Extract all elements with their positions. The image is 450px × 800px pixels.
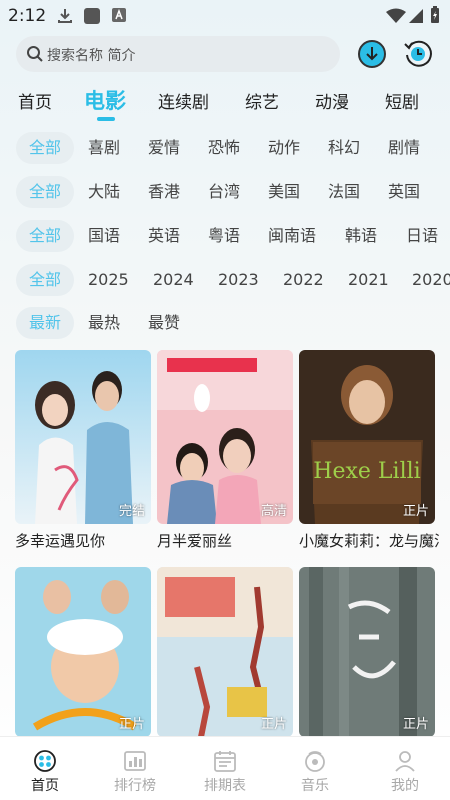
genre-chip[interactable]: 恐怖 <box>208 132 240 164</box>
movie-card[interactable]: 正片 <box>157 567 293 737</box>
year-filter-row: 全部 2025 2024 2023 2022 2021 2020 <box>0 264 450 300</box>
movie-title: 多幸运遇见你 <box>15 532 106 550</box>
region-chip[interactable]: 香港 <box>148 176 180 208</box>
nav-label: 排行榜 <box>114 778 156 794</box>
movie-badge: 完结 <box>118 504 145 519</box>
nav-profile[interactable]: 我的 <box>360 737 450 800</box>
year-chip[interactable]: 2024 <box>153 264 194 296</box>
year-chip-all[interactable]: 全部 <box>16 264 74 296</box>
active-tab-indicator <box>97 117 115 121</box>
genre-chip[interactable]: 爱情 <box>148 132 180 164</box>
nav-label: 首页 <box>31 778 59 794</box>
genre-chip-all[interactable]: 全部 <box>16 132 74 164</box>
movie-badge: 正片 <box>402 504 429 519</box>
movie-badge: 正片 <box>260 717 287 732</box>
region-chip[interactable]: 英国 <box>388 176 420 208</box>
tab-anime[interactable]: 动漫 <box>315 88 349 113</box>
movie-title: 月半爱丽丝 <box>157 532 233 550</box>
nav-label: 音乐 <box>301 778 329 794</box>
movie-badge: 高清 <box>260 504 287 519</box>
status-time: 2:12 <box>8 6 47 26</box>
language-chip[interactable]: 日语 <box>406 220 438 252</box>
region-filter-row: 全部 大陆 香港 台湾 美国 法国 英国 <box>0 176 450 212</box>
nav-ranking[interactable]: 排行榜 <box>90 737 180 800</box>
language-chip[interactable]: 英语 <box>148 220 180 252</box>
movie-card[interactable]: 正片 <box>15 567 151 737</box>
signal-icon <box>409 9 423 23</box>
nav-label: 排期表 <box>204 778 246 794</box>
movie-card[interactable]: 正片 <box>299 567 435 737</box>
sort-chip-hottest[interactable]: 最热 <box>88 307 120 339</box>
language-filter-row: 全部 国语 英语 粤语 闽南语 韩语 日语 <box>0 220 450 256</box>
nav-schedule[interactable]: 排期表 <box>180 737 270 800</box>
download-manager-button[interactable] <box>356 38 388 70</box>
keyboard-notification-icon <box>112 8 126 22</box>
user-icon <box>395 751 415 772</box>
language-chip-all[interactable]: 全部 <box>16 220 74 252</box>
wifi-icon <box>386 8 406 23</box>
movie-poster: 正片 <box>299 567 435 737</box>
movie-card[interactable]: Hexe Lilli 正片 小魔女莉莉：龙与魔法书 <box>299 350 439 555</box>
genre-chip[interactable]: 剧情 <box>388 132 420 164</box>
movie-badge: 正片 <box>402 717 429 732</box>
language-chip[interactable]: 韩语 <box>345 220 377 252</box>
search-input[interactable]: 搜索名称 简介 <box>16 36 340 72</box>
genre-filter-row: 全部 喜剧 爱情 恐怖 动作 科幻 剧情 <box>0 132 450 168</box>
movie-poster: 正片 <box>15 567 151 737</box>
search-icon <box>27 46 43 62</box>
language-chip[interactable]: 粤语 <box>208 220 240 252</box>
movie-card[interactable]: 高清 月半爱丽丝 <box>157 350 293 555</box>
sort-filter-row: 最新 最热 最赞 <box>0 307 450 343</box>
movie-card[interactable]: 完结 多幸运遇见你 <box>15 350 151 555</box>
year-chip[interactable]: 2025 <box>88 264 129 296</box>
language-chip[interactable]: 国语 <box>88 220 120 252</box>
region-chip[interactable]: 台湾 <box>208 176 240 208</box>
movie-badge: 正片 <box>118 717 145 732</box>
tab-series[interactable]: 连续剧 <box>158 88 209 113</box>
download-icon <box>58 9 72 23</box>
movie-poster: 完结 <box>15 350 151 524</box>
movie-poster: 正片 <box>157 567 293 737</box>
nav-music[interactable]: 音乐 <box>270 737 360 800</box>
svg-text:Hexe Lilli: Hexe Lilli <box>313 459 420 484</box>
genre-chip[interactable]: 动作 <box>268 132 300 164</box>
region-chip[interactable]: 大陆 <box>88 176 120 208</box>
region-chip-all[interactable]: 全部 <box>16 176 74 208</box>
app-notification-icon <box>84 8 100 24</box>
sort-chip-latest[interactable]: 最新 <box>16 307 74 339</box>
genre-chip[interactable]: 科幻 <box>328 132 360 164</box>
chart-icon <box>124 751 146 771</box>
nav-home[interactable]: 首页 <box>0 737 90 800</box>
category-tabs: 首页 电影 连续剧 综艺 动漫 短剧 <box>0 84 450 124</box>
status-bar: 2:12 <box>0 0 450 32</box>
bottom-nav: 首页 排行榜 排期表 音乐 我的 <box>0 736 450 800</box>
language-chip[interactable]: 闽南语 <box>268 220 316 252</box>
tab-variety[interactable]: 综艺 <box>245 88 279 113</box>
battery-icon <box>431 6 439 23</box>
movie-poster: Hexe Lilli 正片 <box>299 350 435 524</box>
region-chip[interactable]: 法国 <box>328 176 360 208</box>
movie-poster: 高清 <box>157 350 293 524</box>
history-button[interactable] <box>402 38 434 70</box>
region-chip[interactable]: 美国 <box>268 176 300 208</box>
year-chip[interactable]: 2021 <box>348 264 389 296</box>
calendar-icon <box>214 751 236 772</box>
movie-title: 小魔女莉莉：龙与魔法书 <box>299 532 439 550</box>
year-chip[interactable]: 2020 <box>412 264 450 296</box>
music-icon <box>305 751 325 772</box>
tab-short-drama[interactable]: 短剧 <box>385 88 419 113</box>
sort-chip-top-rated[interactable]: 最赞 <box>148 307 180 339</box>
nav-label: 我的 <box>391 778 419 794</box>
tab-home[interactable]: 首页 <box>18 88 52 113</box>
tab-movies[interactable]: 电影 <box>84 85 126 115</box>
search-placeholder: 搜索名称 简介 <box>47 48 136 64</box>
genre-chip[interactable]: 喜剧 <box>88 132 120 164</box>
year-chip[interactable]: 2023 <box>218 264 259 296</box>
home-icon <box>34 750 56 772</box>
year-chip[interactable]: 2022 <box>283 264 324 296</box>
